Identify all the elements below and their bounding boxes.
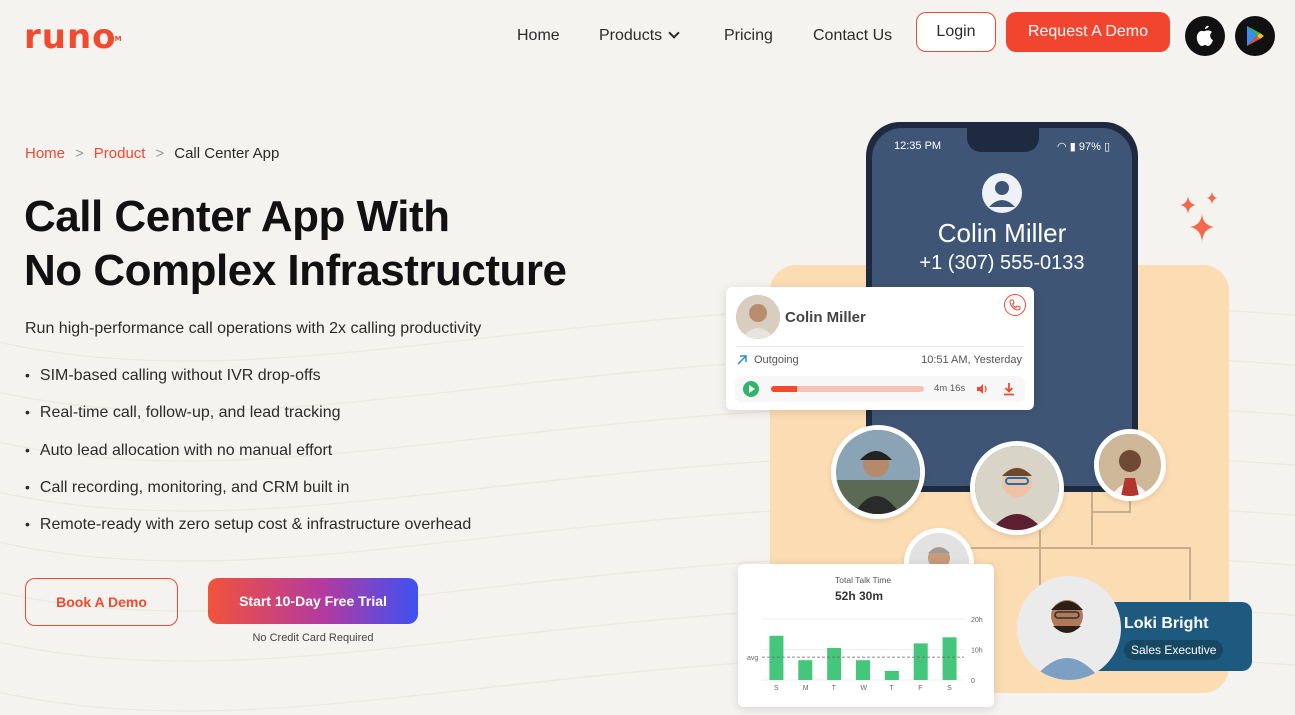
phone-status-bar: ◠ ▮ 97% ▯ bbox=[1057, 140, 1110, 153]
avatar bbox=[970, 441, 1064, 535]
x-tick-label: S bbox=[774, 685, 779, 692]
recording-progress[interactable] bbox=[771, 386, 924, 392]
caller-number: +1 (307) 555-0133 bbox=[919, 252, 1085, 274]
divider bbox=[736, 346, 1024, 347]
y-tick-label: 0 bbox=[971, 678, 975, 685]
chart-bar bbox=[913, 643, 928, 680]
y-tick-label: 10h bbox=[971, 648, 983, 655]
call-contact-name: Colin Miller bbox=[785, 309, 866, 326]
talk-time-card: Total Talk Time 52h 30m 20h 10h 0 S M T W T F Sav… bbox=[738, 564, 994, 707]
call-direction-label: Outgoing bbox=[754, 354, 799, 366]
x-tick-label: F bbox=[918, 685, 922, 692]
recording-duration: 4m 16s bbox=[934, 383, 966, 394]
x-tick-label: T bbox=[889, 685, 894, 692]
recording-progress-fill bbox=[771, 386, 797, 392]
chart-bar bbox=[942, 637, 957, 680]
x-tick-label: S bbox=[947, 685, 952, 692]
talk-time-chart: 20h 10h 0 S M T W T F Savg bbox=[747, 617, 983, 692]
outgoing-arrow-icon bbox=[737, 355, 747, 365]
avatar bbox=[831, 425, 925, 519]
average-label: avg bbox=[747, 655, 758, 662]
phone-notch bbox=[967, 128, 1039, 152]
wifi-icon: ◠ bbox=[1057, 141, 1067, 153]
chart-bar bbox=[884, 670, 899, 680]
y-tick-label: 20h bbox=[971, 617, 983, 624]
chart-bar bbox=[827, 647, 842, 680]
caller-name: Colin Miller bbox=[937, 218, 1067, 248]
volume-icon[interactable] bbox=[975, 382, 989, 396]
avatar bbox=[1017, 576, 1121, 680]
chart-bar bbox=[769, 635, 784, 680]
caller-avatar-icon bbox=[982, 173, 1022, 213]
call-log-card: Colin Miller Outgoing 10:51 AM, Yesterda… bbox=[726, 287, 1034, 410]
rep-role-badge: Sales Executive bbox=[1124, 640, 1224, 660]
phone-battery: 97% bbox=[1078, 141, 1101, 153]
phone-time: 12:35 PM bbox=[894, 140, 942, 152]
x-tick-label: M bbox=[803, 685, 809, 692]
avatar bbox=[736, 295, 780, 339]
call-direction: Outgoing bbox=[736, 354, 799, 366]
rep-name: Loki Bright bbox=[1124, 615, 1209, 632]
x-tick-label: T bbox=[832, 685, 837, 692]
chart-bar bbox=[856, 660, 870, 680]
play-icon[interactable] bbox=[743, 381, 759, 397]
chart-bar bbox=[798, 660, 813, 680]
download-icon[interactable] bbox=[1002, 382, 1016, 396]
signal-icon: ▮ bbox=[1069, 141, 1076, 153]
recording-player: 4m 16s bbox=[735, 376, 1025, 402]
call-timestamp: 10:51 AM, Yesterday bbox=[921, 354, 1022, 366]
phone-icon[interactable] bbox=[1004, 294, 1026, 316]
battery-icon: ▯ bbox=[1103, 141, 1110, 153]
x-tick-label: W bbox=[861, 685, 868, 692]
avatar bbox=[1094, 429, 1166, 501]
